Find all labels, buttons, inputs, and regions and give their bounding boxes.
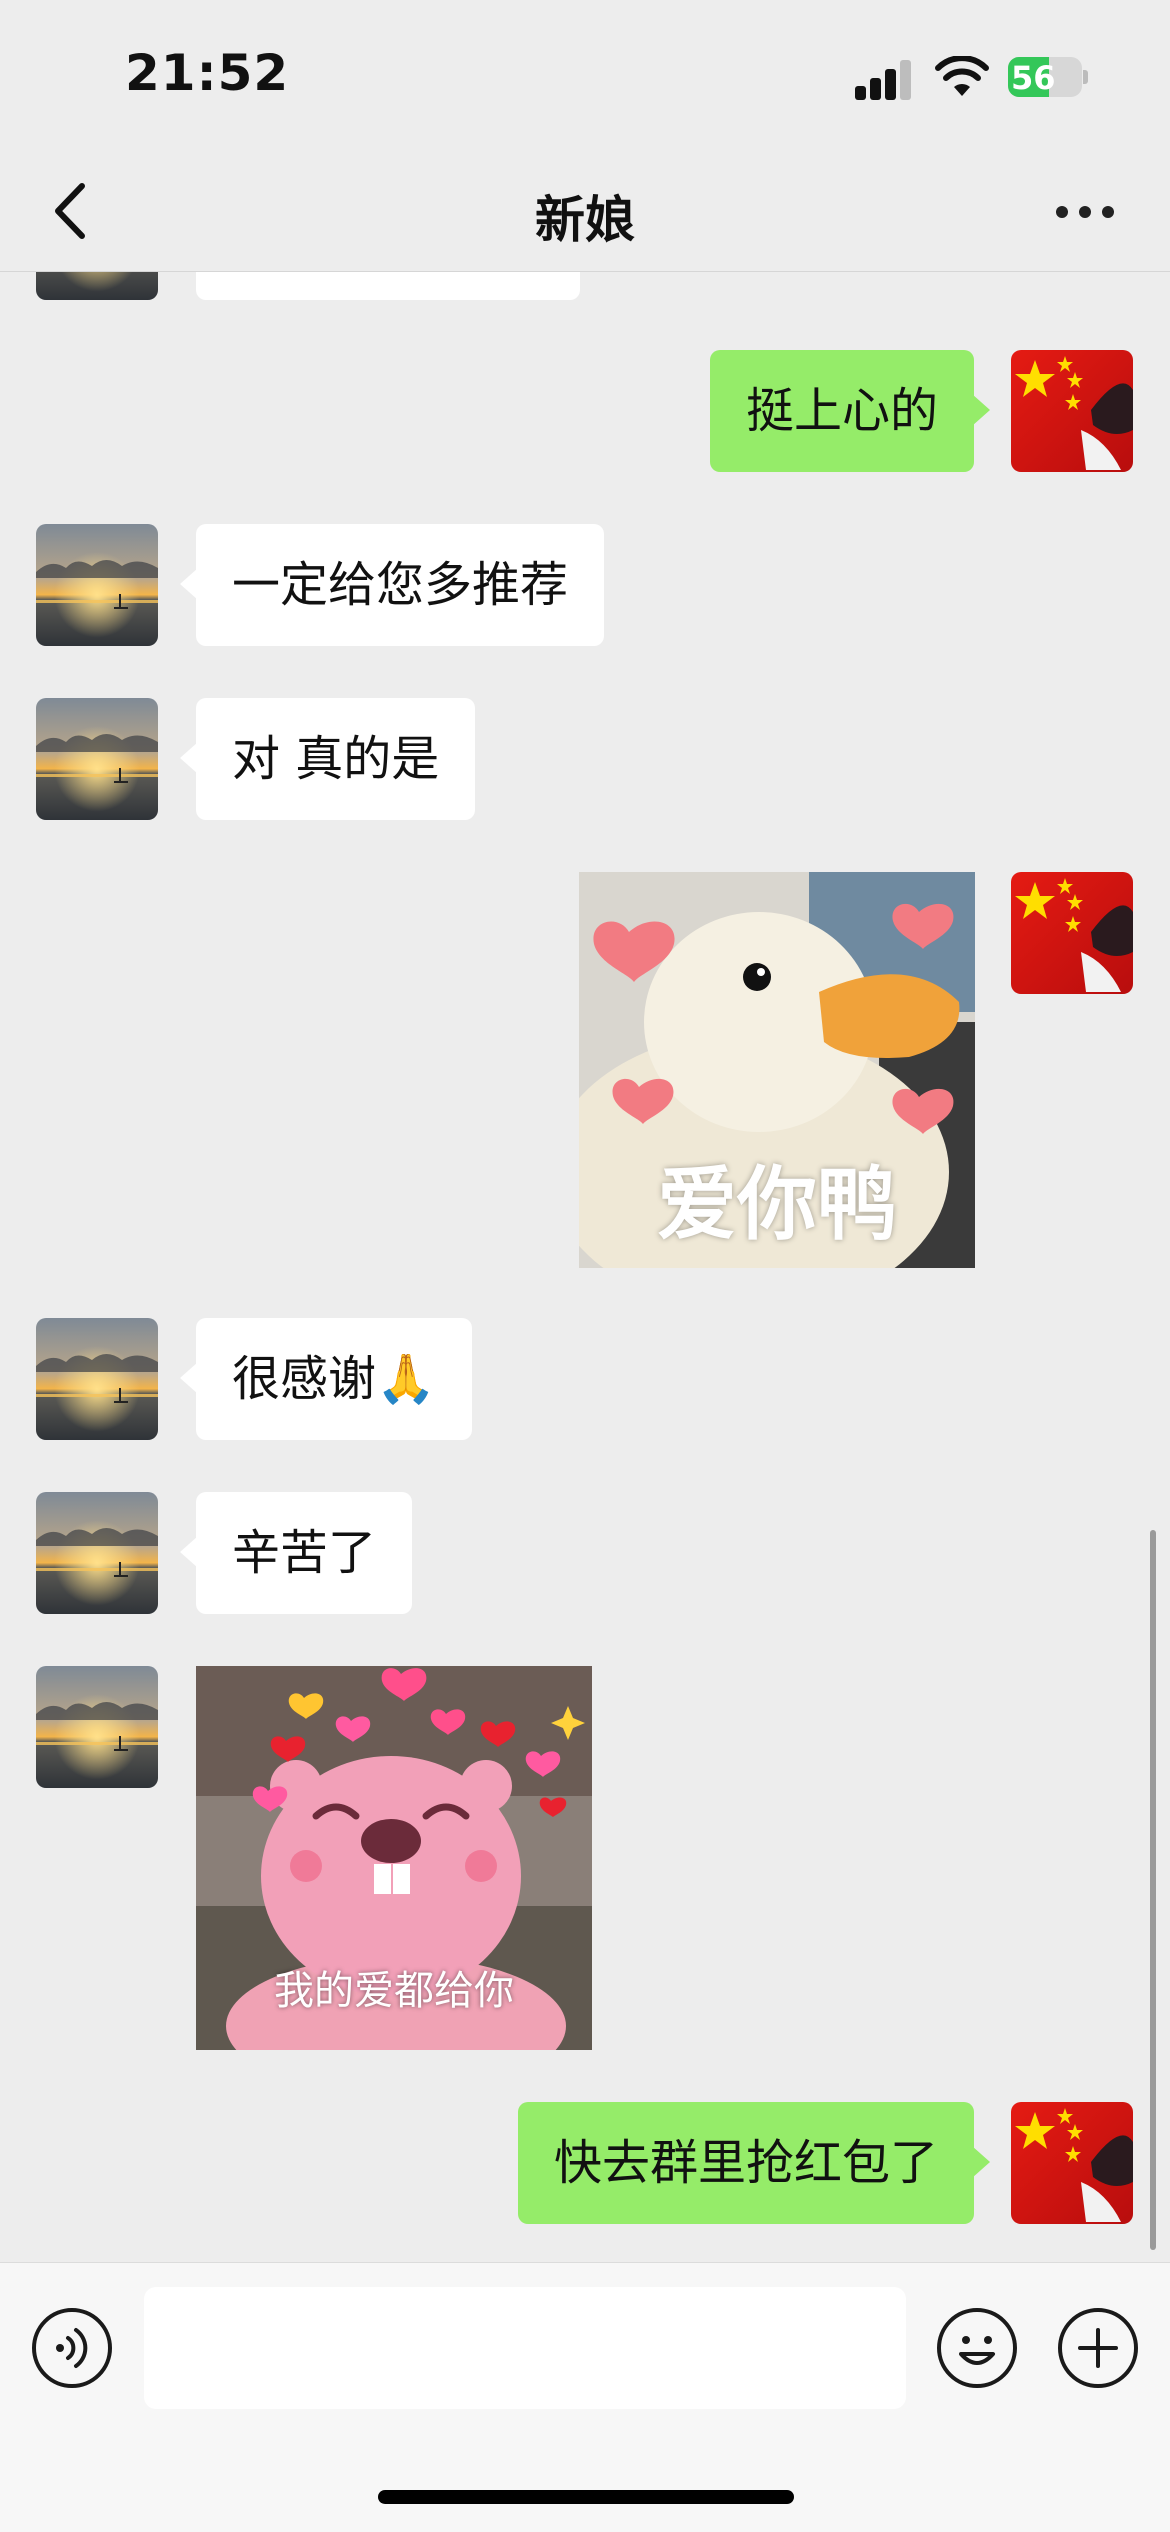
contact-avatar[interactable] — [36, 698, 158, 820]
sticker-caption: 爱你鸭 — [657, 1158, 897, 1251]
sunset-photo — [36, 1492, 158, 1614]
status-time: 21:52 — [125, 44, 290, 102]
contact-avatar[interactable] — [36, 1666, 158, 1788]
flag-photo — [1011, 2102, 1133, 2224]
message-bubble-sent[interactable]: 挺上心的 — [709, 350, 991, 472]
message-bubble-received[interactable]: 对 真的是 — [179, 698, 476, 820]
my-avatar[interactable] — [1011, 872, 1133, 994]
sunset-photo — [36, 524, 158, 646]
message-bubble-received[interactable]: 一定给您多推荐 — [179, 524, 605, 646]
my-avatar[interactable] — [1011, 2102, 1133, 2224]
battery-icon: 56 — [1008, 57, 1088, 97]
chat-title: 新娘 — [535, 191, 635, 249]
voice-icon[interactable] — [32, 2308, 112, 2388]
status-bar: 21:52 56 — [0, 0, 1170, 150]
my-avatar[interactable] — [1011, 350, 1133, 472]
flag-photo — [1011, 350, 1133, 472]
sunset-photo — [36, 1666, 158, 1788]
wifi-icon — [935, 56, 989, 96]
chat-header: 新娘 — [0, 150, 1170, 272]
sunset-photo — [36, 1318, 158, 1440]
message-bubble-received[interactable]: 辛苦了 — [179, 1492, 413, 1614]
contact-avatar[interactable] — [36, 524, 158, 646]
cellular-signal-icon — [855, 60, 913, 100]
contact-avatar[interactable] — [36, 1492, 158, 1614]
message-bubble-received[interactable]: 很感谢🙏 — [180, 1318, 472, 1440]
contact-avatar[interactable] — [36, 1318, 158, 1440]
message-bubble-sent[interactable]: 快去群里抢红包了 — [517, 2102, 991, 2224]
plus-icon[interactable] — [1058, 2308, 1138, 2388]
home-indicator[interactable] — [378, 2490, 794, 2504]
more-dots-icon[interactable] — [1050, 194, 1120, 224]
emoji-icon[interactable] — [937, 2308, 1017, 2388]
sticker-duck[interactable]: 爱你鸭 — [579, 872, 975, 1268]
message-list[interactable]: 挺上心的 一定给您多推荐 对 真的是 爱你鸭 很感谢🙏 辛苦了 我的爱都给你 快… — [0, 272, 1170, 2272]
sticker-caption: 我的爱都给你 — [274, 1968, 514, 2014]
message-bubble-partial[interactable] — [196, 272, 580, 300]
contact-avatar[interactable] — [36, 272, 158, 300]
scroll-indicator[interactable] — [1150, 1530, 1156, 2250]
sunset-photo — [36, 698, 158, 820]
flag-photo — [1011, 872, 1133, 994]
battery-level: 56 — [1011, 59, 1056, 97]
message-input[interactable] — [144, 2287, 906, 2409]
sticker-beaver[interactable]: 我的爱都给你 — [196, 1666, 592, 2050]
